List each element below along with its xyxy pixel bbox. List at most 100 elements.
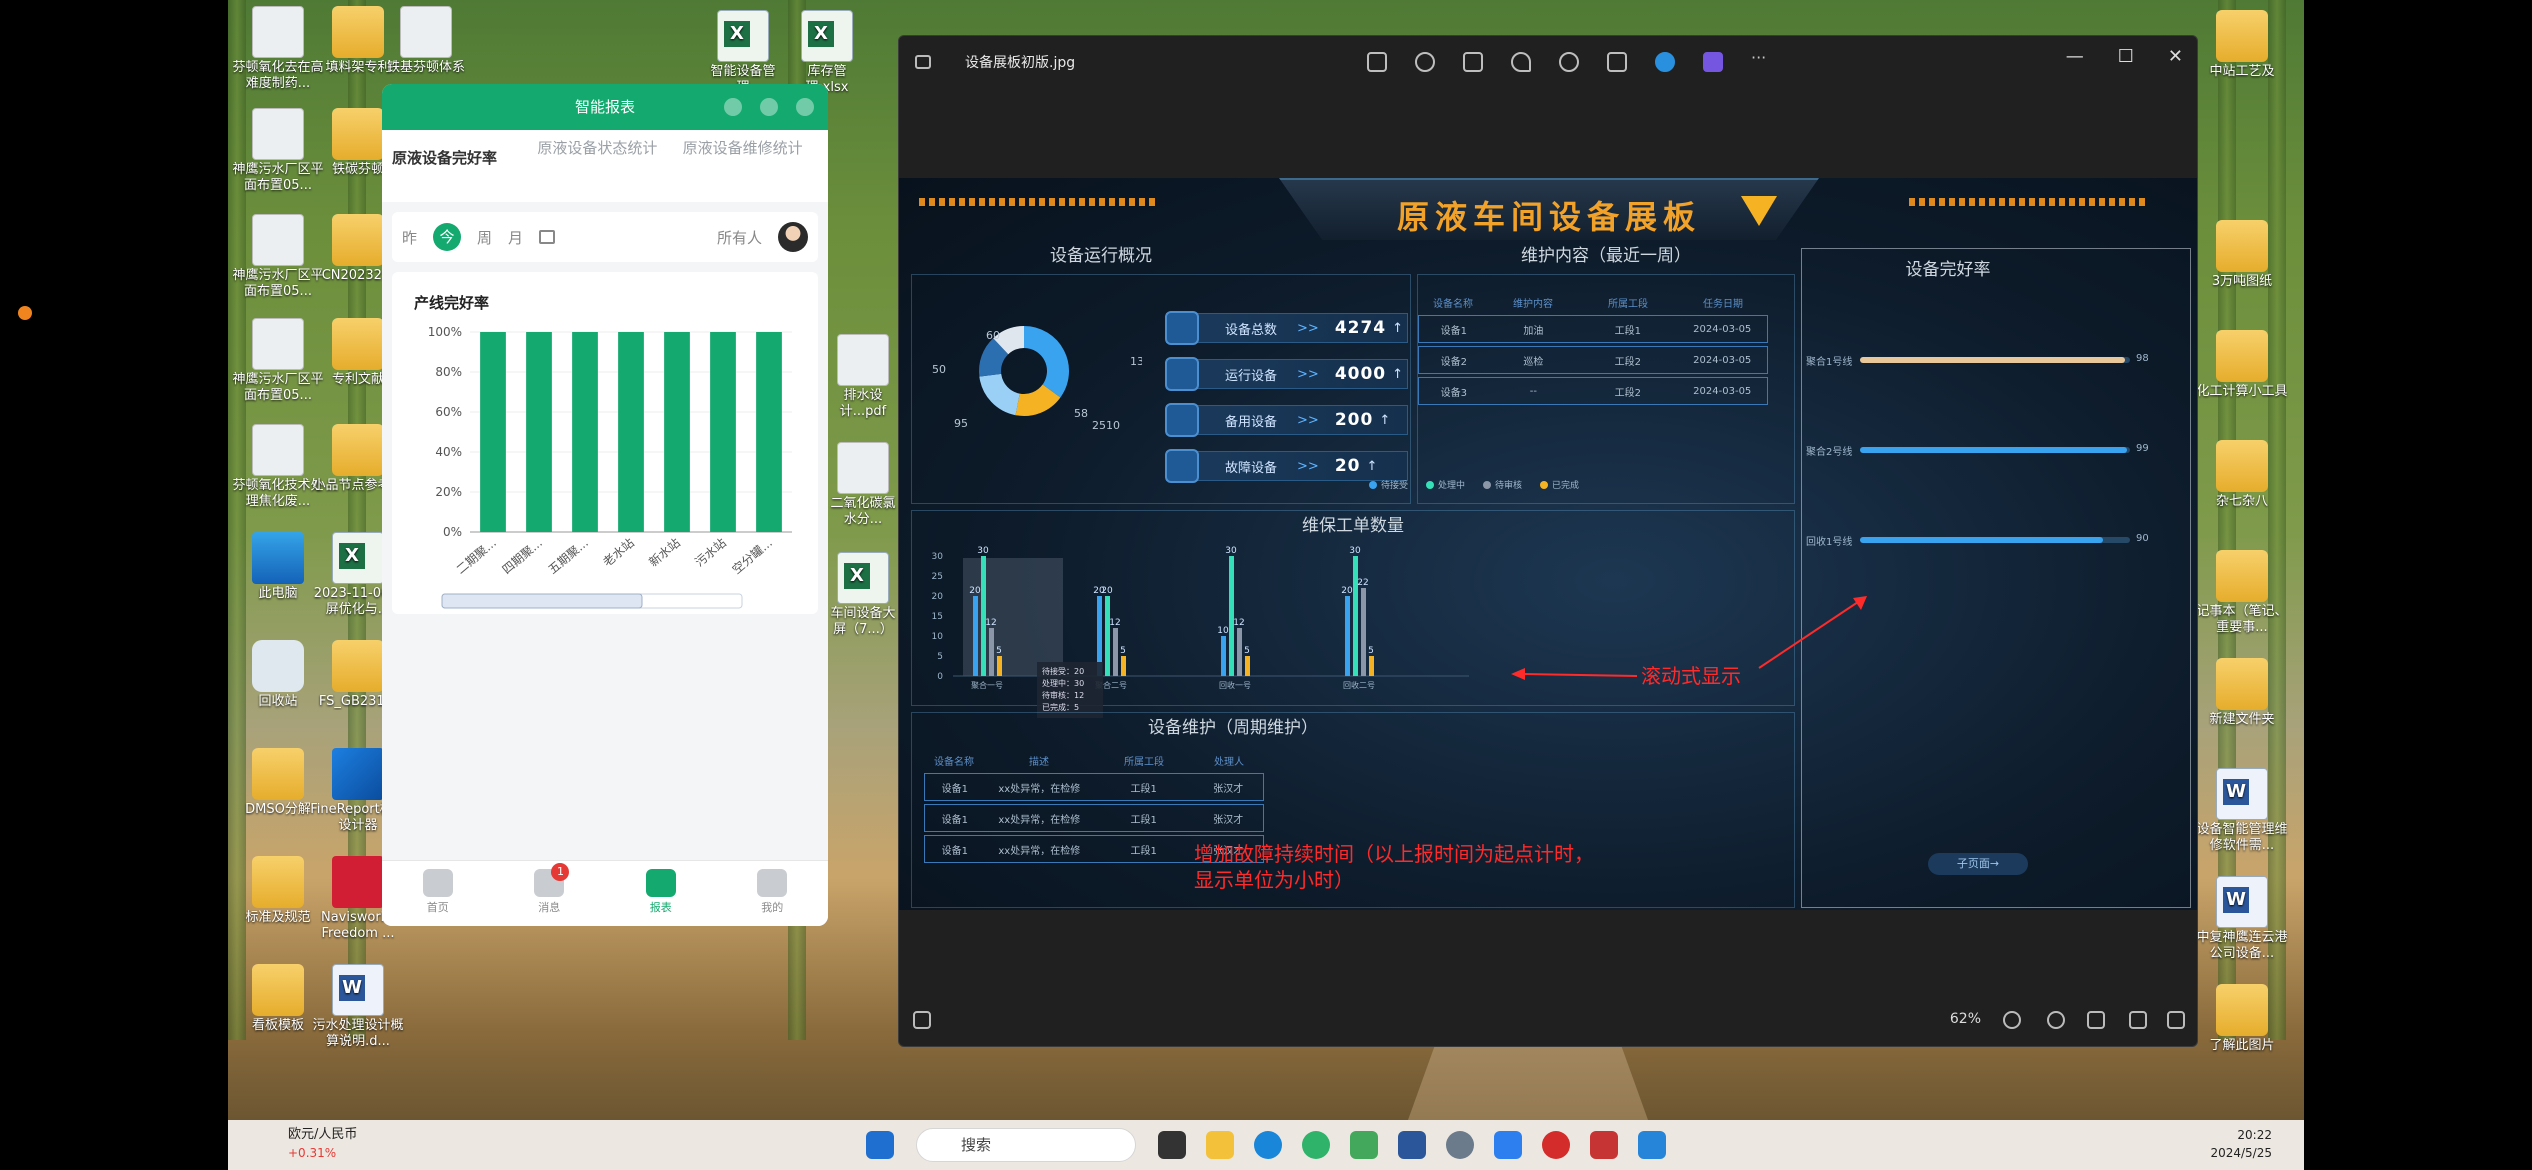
fullscreen-icon[interactable] <box>2167 1011 2185 1029</box>
order-bar[interactable] <box>973 596 978 676</box>
desktop-icon[interactable]: 化工计算小工具 <box>2192 330 2292 400</box>
order-bar[interactable] <box>1113 628 1118 676</box>
desktop-icon[interactable]: 设备智能管理维修软件需... <box>2192 768 2292 854</box>
minimize-button[interactable]: — <box>2066 46 2084 67</box>
desktop-icon[interactable]: 杂七杂八 <box>2192 440 2292 510</box>
photo-viewer-window[interactable]: 设备展板初版.jpg ··· — ☐ ✕ 原液车间设备展板 设备运行概况 60 … <box>898 35 2198 1047</box>
photos-icon[interactable] <box>1494 1131 1522 1159</box>
clipchamp-icon[interactable] <box>1703 52 1723 72</box>
desktop-icon[interactable]: 记事本（笔记、重要事... <box>2192 550 2292 636</box>
filmstrip-icon[interactable] <box>913 1011 931 1029</box>
table-row[interactable]: 设备2 巡检 工段2 2024-03-05 <box>1418 346 1768 374</box>
desktop-icon[interactable]: 新建文件夹 <box>2192 658 2292 728</box>
more-options-icon[interactable]: ··· <box>1751 50 1771 72</box>
bar[interactable] <box>664 332 690 532</box>
zoom-out-icon[interactable] <box>2003 1011 2021 1029</box>
fx-widget[interactable]: 欧元/人民币 +0.31% <box>288 1126 357 1162</box>
order-bar[interactable] <box>1229 556 1234 676</box>
print-icon[interactable] <box>1607 52 1627 72</box>
desktop-icon[interactable]: 中站工艺及 <box>2192 10 2292 80</box>
order-bar[interactable] <box>1237 628 1242 676</box>
report-app-window[interactable]: 智能报表 原液设备完好率 原液设备状态统计 原液设备维修统计 昨 今 周 月 所… <box>382 84 828 926</box>
onedrive-icon[interactable] <box>1655 52 1675 72</box>
bar[interactable] <box>526 332 552 532</box>
close-button[interactable]: ✕ <box>2168 46 2183 67</box>
app-icon[interactable] <box>1590 1131 1618 1159</box>
bar[interactable] <box>756 332 782 532</box>
desktop-icon[interactable]: 3万吨图纸 <box>2192 220 2292 290</box>
filter-week[interactable]: 周 <box>477 227 492 248</box>
close-icon[interactable] <box>796 98 814 116</box>
order-bar[interactable] <box>1105 596 1110 676</box>
table-row[interactable]: 设备1 xx处异常，在检修 工段1 张汉才 <box>924 773 1264 801</box>
subpage-button[interactable]: 子页面→ <box>1928 853 2028 875</box>
bar[interactable] <box>480 332 506 532</box>
avatar[interactable] <box>778 222 808 252</box>
order-bar[interactable] <box>1221 636 1226 676</box>
order-bar[interactable] <box>1353 556 1358 676</box>
search-box[interactable]: 搜索 <box>916 1128 1136 1162</box>
filter-today[interactable]: 今 <box>433 223 462 251</box>
screen-capture-icon[interactable] <box>1350 1131 1378 1159</box>
order-bar[interactable] <box>1369 656 1374 676</box>
heart-icon[interactable] <box>1511 52 1531 72</box>
filter-month[interactable]: 月 <box>508 227 523 248</box>
task-view-icon[interactable] <box>1158 1131 1186 1159</box>
kpi-item: 设备总数 >> 4274 ↑ <box>1165 311 1408 345</box>
kpi-arrow: >> <box>1297 458 1319 474</box>
tab-equipment-rate[interactable]: 原液设备完好率 <box>392 138 527 194</box>
tooltip-line: 待接受：20 <box>1042 667 1085 676</box>
bar[interactable] <box>618 332 644 532</box>
order-bar[interactable] <box>1345 596 1350 676</box>
table-header: 设备名称 维护内容 所属工段 任务日期 <box>1418 289 1768 315</box>
desktop-icon[interactable]: 二氧化碳氯水分... <box>828 442 898 528</box>
edge-icon[interactable] <box>1254 1131 1282 1159</box>
rotate-icon[interactable] <box>1415 52 1435 72</box>
tab-equipment-status[interactable]: 原液设备状态统计 <box>537 138 672 194</box>
edit-icon[interactable] <box>1367 52 1387 72</box>
more-icon[interactable] <box>724 98 742 116</box>
settings-icon[interactable] <box>1446 1131 1474 1159</box>
order-bar[interactable] <box>1121 656 1126 676</box>
image-tool-icon[interactable] <box>1638 1131 1666 1159</box>
rate-fill <box>1860 447 2128 453</box>
table-row[interactable]: 设备3 -- 工段2 2024-03-05 <box>1418 377 1768 405</box>
clock[interactable]: 20:22 2024/5/25 <box>2210 1126 2272 1162</box>
nav-reports[interactable]: 报表 <box>605 861 717 926</box>
calendar-icon[interactable] <box>539 230 556 244</box>
desktop-icon[interactable]: 了解此图片 <box>2192 984 2292 1054</box>
table-row[interactable]: 设备1 加油 工段1 2024-03-05 <box>1418 315 1768 343</box>
info-icon[interactable] <box>1559 52 1579 72</box>
minimize-icon[interactable] <box>760 98 778 116</box>
filter-yesterday[interactable]: 昨 <box>402 227 417 248</box>
nav-home[interactable]: 首页 <box>382 861 494 926</box>
desktop-icon[interactable]: 中复神鹰连云港公司设备... <box>2192 876 2292 962</box>
maximize-button[interactable]: ☐ <box>2118 46 2134 67</box>
actual-size-icon[interactable] <box>2129 1011 2147 1029</box>
tab-equipment-repair[interactable]: 原液设备维修统计 <box>683 138 818 194</box>
order-bar[interactable] <box>989 628 994 676</box>
fit-window-icon[interactable] <box>2087 1011 2105 1029</box>
order-bar[interactable] <box>997 656 1002 676</box>
wechat-icon[interactable] <box>1302 1131 1330 1159</box>
order-bar[interactable] <box>1361 588 1366 676</box>
bar[interactable] <box>572 332 598 532</box>
file-explorer-icon[interactable] <box>1206 1131 1234 1159</box>
chart-scroll-thumb[interactable] <box>441 593 643 609</box>
desktop-icon[interactable]: 车间设备大屏（7...） <box>828 552 898 638</box>
table-row[interactable]: 设备1 xx处异常，在检修 工段1 张汉才 <box>924 804 1264 832</box>
delete-icon[interactable] <box>1463 52 1483 72</box>
nav-messages[interactable]: 1 消息 <box>494 861 606 926</box>
desktop-icon[interactable]: 排水设计...pdf <box>828 334 898 420</box>
recorder-icon[interactable] <box>1542 1131 1570 1159</box>
word-taskbar-icon[interactable] <box>1398 1131 1426 1159</box>
desktop-icon[interactable]: 污水处理设计概算说明.d... <box>308 964 408 1050</box>
order-bar[interactable] <box>981 556 986 676</box>
filter-owner[interactable]: 所有人 <box>717 227 762 248</box>
zoom-in-icon[interactable] <box>2047 1011 2065 1029</box>
start-icon[interactable] <box>866 1131 894 1159</box>
bar[interactable] <box>710 332 736 532</box>
order-bar[interactable] <box>1245 656 1250 676</box>
nav-mine[interactable]: 我的 <box>717 861 829 926</box>
desktop-icon[interactable]: 铁基芬顿体系 <box>376 6 476 76</box>
